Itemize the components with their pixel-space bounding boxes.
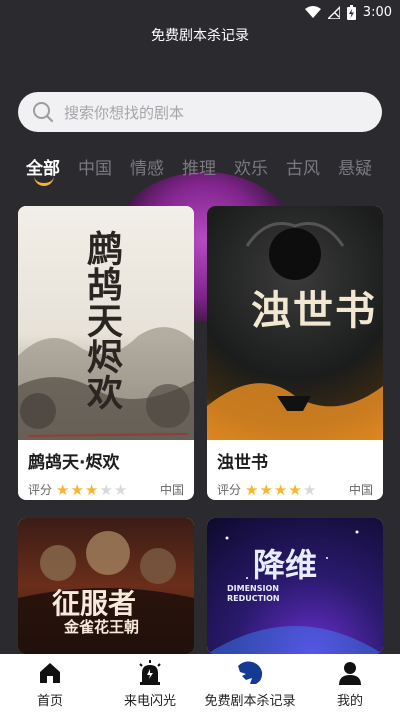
card-info: 浊世书 评分 ★ ★ ★ ★ ★ 中国 — [207, 440, 383, 500]
tab-label: 古风 — [286, 159, 320, 179]
status-bar: 3:00 — [0, 0, 400, 24]
nav-me[interactable]: 我的 — [300, 654, 400, 709]
search-placeholder[interactable]: 搜索你想找的剧本 — [64, 102, 184, 123]
script-cover: 征服者 金雀花王朝 — [18, 518, 194, 654]
nav-script-record[interactable]: 免费剧本杀记录 — [200, 654, 300, 709]
tab-label: 欢乐 — [234, 159, 268, 179]
script-card[interactable]: 鹧鸪天烬欢 鹧鸪天·烬欢 评分 ★ ★ ★ ★ ★ 中国 — [18, 206, 194, 500]
star-filled-icon: ★ — [70, 480, 84, 499]
card-meta: 评分 ★ ★ ★ ★ ★ 中国 — [217, 481, 373, 498]
nav-label: 首页 — [36, 694, 63, 709]
script-card[interactable]: 降维 DIMENSION REDUCTION — [207, 518, 383, 654]
star-filled-icon: ★ — [56, 480, 70, 499]
script-cover: 鹧鸪天烬欢 — [18, 206, 194, 440]
script-name: 浊世书 — [217, 453, 268, 473]
region-tag: 中国 — [159, 483, 184, 497]
tab-label: 推理 — [182, 159, 216, 179]
nav-label: 我的 — [336, 694, 363, 709]
alarm-flash-icon — [137, 660, 163, 686]
bottom-nav: 首页 来电闪光 免费剧本杀记录 我的 — [0, 654, 400, 712]
rating-label: 评分 — [217, 483, 242, 497]
nav-home[interactable]: 首页 — [0, 654, 100, 709]
star-filled-icon: ★ — [273, 480, 288, 499]
tab-mystery[interactable]: 推理 — [182, 154, 216, 188]
cover-subtitle: DIMENSION REDUCTION — [227, 584, 280, 603]
search-bar[interactable]: 搜索你想找的剧本 — [18, 92, 382, 132]
tab-all[interactable]: 全部 — [26, 154, 60, 188]
nav-call-flash[interactable]: 来电闪光 — [100, 654, 200, 709]
tab-label: 情感 — [130, 159, 164, 179]
tab-emotion[interactable]: 情感 — [130, 154, 164, 188]
script-card[interactable]: 浊世书 浊世书 评分 ★ ★ ★ ★ ★ 中国 — [207, 206, 383, 500]
active-tab-indicator — [34, 176, 54, 186]
script-cover: 浊世书 — [207, 206, 383, 440]
wifi-icon — [304, 6, 321, 18]
star-filled-icon: ★ — [84, 480, 99, 499]
star-filled-icon: ★ — [288, 480, 302, 499]
category-tabs: 全部 中国 情感 推理 欢乐 古风 悬疑 — [26, 154, 400, 188]
tab-label: 悬疑 — [338, 159, 372, 179]
user-icon — [338, 660, 362, 686]
cover-title: 鹧鸪天烬欢 — [81, 230, 123, 410]
tab-fun[interactable]: 欢乐 — [234, 154, 268, 188]
tab-ancient[interactable]: 古风 — [286, 154, 320, 188]
star-filled-icon: ★ — [259, 480, 273, 499]
nav-label: 来电闪光 — [123, 694, 176, 709]
status-time: 3:00 — [362, 4, 392, 20]
page-title: 免费剧本杀记录 — [151, 28, 249, 44]
cover-title: 浊世书 — [251, 287, 377, 334]
tab-suspense[interactable]: 悬疑 — [338, 154, 372, 188]
star-empty-icon: ★ — [113, 480, 128, 499]
cover-subtitle: 金雀花王朝 — [64, 618, 140, 636]
lion-icon — [236, 660, 264, 686]
star-empty-icon: ★ — [302, 480, 317, 499]
search-icon — [33, 102, 54, 123]
cover-title: 降维 — [253, 546, 318, 584]
tab-label: 中国 — [78, 159, 112, 179]
script-card[interactable]: 征服者 金雀花王朝 — [18, 518, 194, 654]
star-empty-icon: ★ — [99, 480, 113, 499]
home-icon — [38, 660, 62, 686]
region-tag: 中国 — [348, 483, 373, 497]
card-meta: 评分 ★ ★ ★ ★ ★ 中国 — [28, 481, 184, 498]
battery-charging-icon — [346, 4, 356, 20]
script-cover: 降维 DIMENSION REDUCTION — [207, 518, 383, 654]
signal-off-icon — [327, 5, 340, 19]
tab-china[interactable]: 中国 — [78, 154, 112, 188]
script-name: 鹧鸪天·烬欢 — [28, 453, 120, 473]
rating-label: 评分 — [28, 483, 53, 497]
star-filled-icon: ★ — [245, 480, 259, 499]
nav-label: 免费剧本杀记录 — [204, 694, 296, 709]
card-info: 鹧鸪天·烬欢 评分 ★ ★ ★ ★ ★ 中国 — [18, 440, 194, 500]
